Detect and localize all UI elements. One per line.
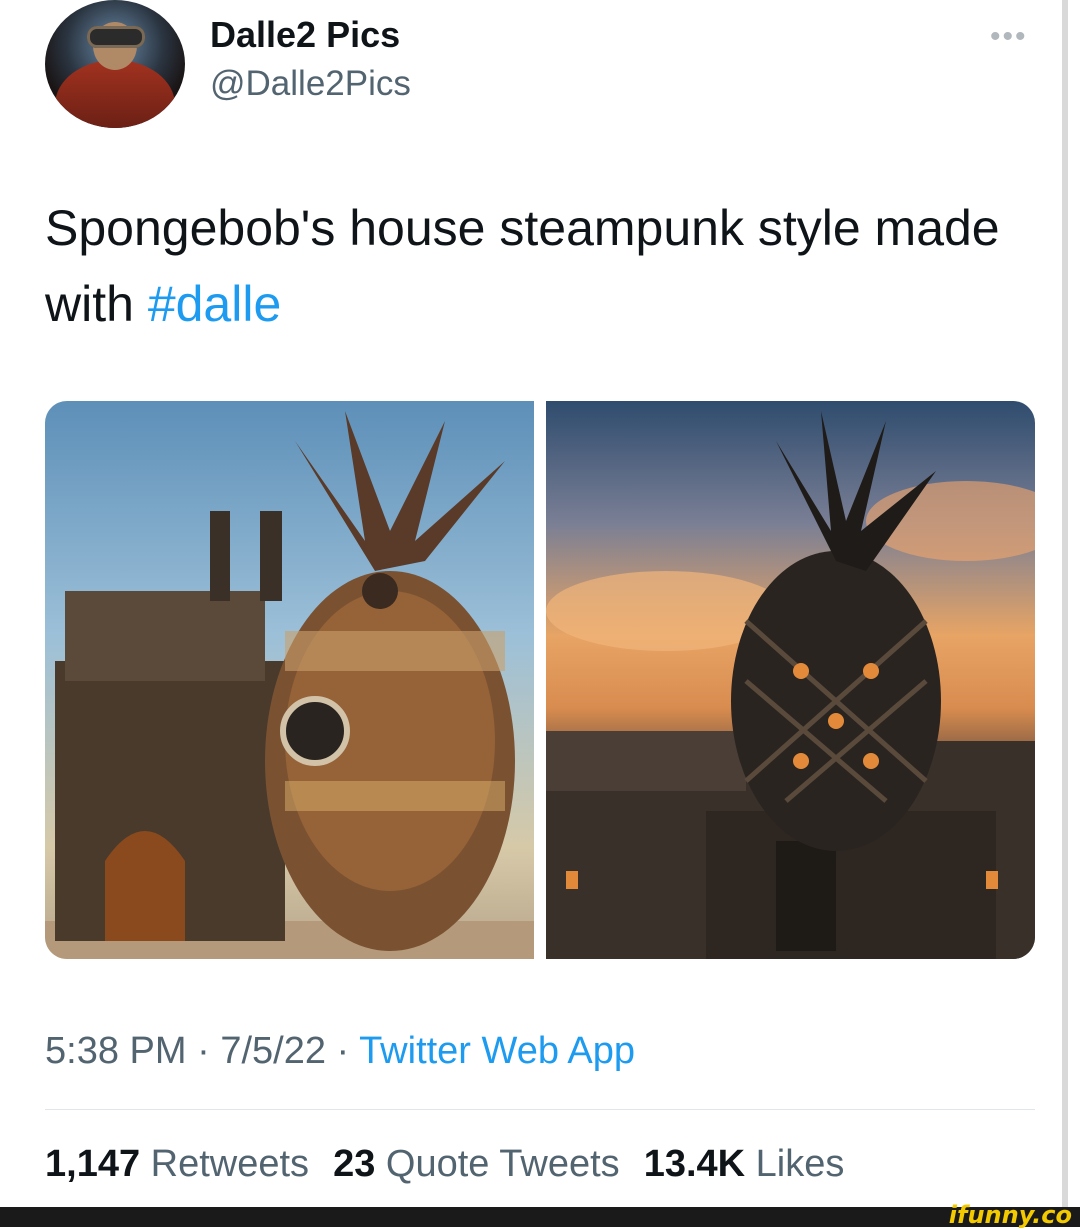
quotes-stat[interactable]: 23 Quote Tweets <box>333 1143 620 1185</box>
avatar[interactable] <box>45 0 185 128</box>
author-handle[interactable]: @Dalle2Pics <box>210 64 411 104</box>
retweets-stat[interactable]: 1,147 Retweets <box>45 1143 309 1185</box>
meta-separator-2: · <box>325 1030 360 1072</box>
footer-bar: ifunny.co <box>0 1201 1080 1229</box>
likes-label: Likes <box>755 1143 845 1185</box>
author-name[interactable]: Dalle2 Pics <box>210 14 400 56</box>
hashtag-link[interactable]: #dalle <box>148 276 281 332</box>
quotes-label: Quote Tweets <box>385 1143 620 1185</box>
avatar-robe <box>55 60 175 128</box>
meta-separator-1: · <box>186 1030 221 1072</box>
media-divider <box>534 401 546 959</box>
tweet-date[interactable]: 7/5/22 <box>220 1030 326 1072</box>
more-options-icon[interactable]: ••• <box>990 20 1028 54</box>
likes-count: 13.4K <box>643 1143 746 1185</box>
tweet-time[interactable]: 5:38 PM <box>45 1030 187 1072</box>
steampunk-pineapple-house-image-2 <box>546 411 1035 959</box>
tweet-meta: 5:38 PM · 7/5/22 · Twitter Web App <box>45 1030 635 1073</box>
likes-stat[interactable]: 13.4K Likes <box>644 1143 845 1185</box>
stats-divider <box>45 1109 1035 1110</box>
tweet-source-link[interactable]: Twitter Web App <box>359 1030 635 1072</box>
retweets-label: Retweets <box>150 1143 310 1185</box>
ifunny-watermark: ifunny.co <box>948 1201 1072 1229</box>
tweet-stats: 1,147 Retweets 23 Quote Tweets 13.4K Likes <box>45 1143 844 1186</box>
retweets-count: 1,147 <box>45 1143 141 1185</box>
tweet-text: Spongebob's house steampunk style made w… <box>45 190 1045 342</box>
steampunk-pineapple-house-image-1 <box>45 411 534 959</box>
avatar-goggles <box>87 26 145 48</box>
quotes-count: 23 <box>333 1143 376 1185</box>
media-image-1[interactable] <box>45 401 534 959</box>
media-image-2[interactable] <box>546 401 1035 959</box>
tweet-media <box>45 401 1035 959</box>
right-edge-border <box>1062 0 1068 1207</box>
